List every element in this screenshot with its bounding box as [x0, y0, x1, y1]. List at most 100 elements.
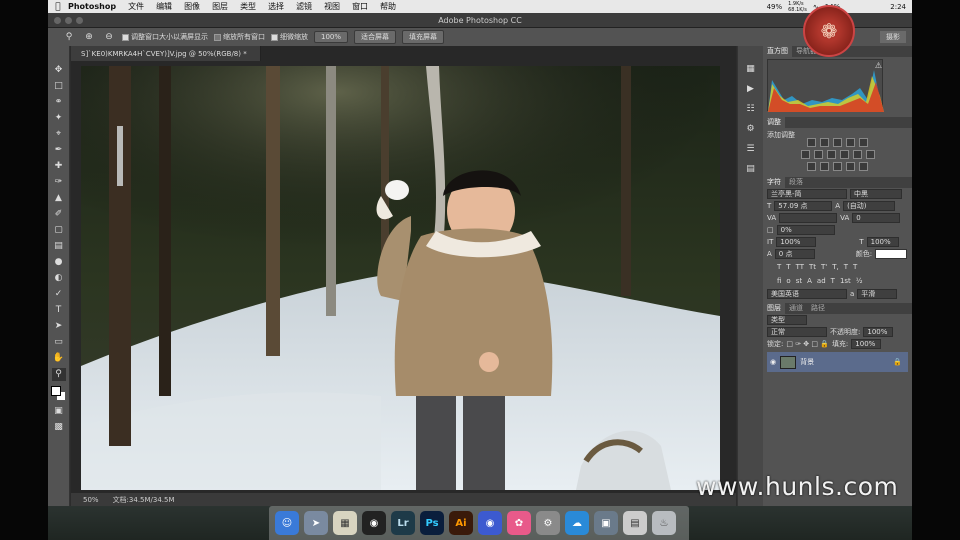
zoom-tool-panel-icon[interactable]: ⚲	[51, 368, 66, 381]
history-icon[interactable]: ▦	[744, 62, 758, 76]
dodge-tool-icon[interactable]: ◐	[52, 272, 66, 285]
subscript-button[interactable]: T,	[832, 263, 839, 271]
menu-window[interactable]: 窗口	[352, 1, 368, 12]
zoom-all-checkbox[interactable]: 缩放所有窗口	[214, 32, 265, 42]
menu-file[interactable]: 文件	[128, 1, 144, 12]
menu-layer[interactable]: 图层	[212, 1, 228, 12]
healing-tool-icon[interactable]: ✚	[52, 160, 66, 173]
antialias-select[interactable]: 平滑	[857, 289, 898, 299]
selective-color-icon[interactable]	[859, 162, 868, 171]
brush-preset-icon[interactable]: ☷	[744, 102, 758, 116]
quick-mask-icon[interactable]: ▣	[52, 405, 66, 418]
trash-icon[interactable]: ♨	[652, 511, 676, 535]
gradient-tool-icon[interactable]: ▤	[52, 240, 66, 253]
curves-icon[interactable]	[833, 138, 842, 147]
cloud-icon[interactable]: ☁	[565, 511, 589, 535]
screenshot-icon[interactable]: ▣	[594, 511, 618, 535]
posterize-icon[interactable]	[820, 162, 829, 171]
eyedropper-tool-icon[interactable]: ✒	[52, 144, 66, 157]
underline-button[interactable]: T	[844, 263, 848, 271]
tab-histogram[interactable]: 直方图	[763, 46, 792, 57]
threshold-icon[interactable]	[833, 162, 842, 171]
leading-field[interactable]: (自动)	[843, 201, 896, 211]
close-button[interactable]	[54, 17, 61, 24]
tab-paths[interactable]: 路径	[807, 303, 829, 314]
info-icon[interactable]: ▤	[744, 162, 758, 176]
menu-filter[interactable]: 滤镜	[296, 1, 312, 12]
qq-icon[interactable]: ◉	[362, 511, 386, 535]
zoom-out-icon[interactable]: ⊖	[102, 32, 116, 42]
ot-ad-button[interactable]: ad	[817, 277, 826, 285]
scrubby-zoom-checkbox[interactable]: 细微缩放	[271, 32, 308, 42]
lock-icons[interactable]: □ ✑ ✥ □ 🔒	[786, 340, 829, 348]
histogram-warning-icon[interactable]: ⚠	[875, 61, 882, 70]
channel-mixer-icon[interactable]	[852, 150, 862, 159]
image-viewer-icon[interactable]: ▤	[623, 511, 647, 535]
fill-screen-button[interactable]: 填充屏幕	[402, 30, 445, 44]
photo-filter-icon[interactable]	[839, 150, 849, 159]
hscale-field[interactable]: 100%	[866, 237, 899, 247]
ot-fi-button[interactable]: fi	[777, 277, 781, 285]
hue-sat-icon[interactable]	[800, 150, 810, 159]
font-family-select[interactable]: 兰亭黑-简	[767, 189, 847, 199]
tsume-field[interactable]: 0%	[776, 225, 835, 235]
actions-icon[interactable]: ▶	[744, 82, 758, 96]
shape-tool-icon[interactable]: ▭	[52, 336, 66, 349]
clock[interactable]: 2:24	[890, 3, 906, 11]
strikethrough-button[interactable]: T	[853, 263, 857, 271]
browser-icon[interactable]: ◉	[478, 511, 502, 535]
levels-icon[interactable]	[820, 138, 829, 147]
photoshop-icon[interactable]: Ps	[420, 511, 444, 535]
vscale-field[interactable]: 100%	[776, 237, 817, 247]
eraser-tool-icon[interactable]: ▢	[52, 224, 66, 237]
zoom-100-button[interactable]: 100%	[314, 31, 349, 43]
layer-kind-select[interactable]: 类型	[767, 315, 807, 325]
apple-icon[interactable]: 	[48, 2, 68, 12]
launchpad-icon[interactable]: ➤	[304, 511, 328, 535]
quick-select-tool-icon[interactable]: ✦	[52, 112, 66, 125]
document-tab[interactable]: S]`KE0)KMRKA4H`CVEY)]V.jpg @ 50%(RGB/8) …	[71, 46, 261, 61]
menu-app-name[interactable]: Photoshop	[68, 2, 116, 11]
blur-tool-icon[interactable]: ●	[52, 256, 66, 269]
font-style-select[interactable]: 中黑	[850, 189, 902, 199]
superscript-button[interactable]: T'	[821, 263, 827, 271]
screen-mode-icon[interactable]: ▩	[52, 421, 66, 434]
font-size-field[interactable]: 57.09 点	[774, 201, 833, 211]
lightroom-icon[interactable]: Lr	[391, 511, 415, 535]
color-lookup-icon[interactable]	[865, 150, 875, 159]
menu-select[interactable]: 选择	[268, 1, 284, 12]
kerning-field[interactable]	[779, 213, 838, 223]
menu-type[interactable]: 类型	[240, 1, 256, 12]
vibrance-icon[interactable]	[859, 138, 868, 147]
illustrator-icon[interactable]: Ai	[449, 511, 473, 535]
history-brush-tool-icon[interactable]: ✐	[52, 208, 66, 221]
tool-preset-icon[interactable]: ⚙	[744, 122, 758, 136]
menu-image[interactable]: 图像	[184, 1, 200, 12]
fill-field[interactable]: 100%	[851, 339, 882, 349]
canvas-photo[interactable]	[81, 66, 720, 490]
menu-edit[interactable]: 编辑	[156, 1, 172, 12]
ot-half-button[interactable]: ½	[856, 277, 863, 285]
faux-italic-button[interactable]: T	[786, 263, 790, 271]
fit-screen-button[interactable]: 适合屏幕	[354, 30, 397, 44]
ot-1st-button[interactable]: 1st	[840, 277, 851, 285]
zoom-in-icon[interactable]: ⊕	[82, 32, 96, 42]
hand-tool-icon[interactable]: ✋	[52, 352, 66, 365]
workspace-switcher[interactable]: 摄影	[880, 31, 906, 43]
minimize-button[interactable]	[65, 17, 72, 24]
tab-paragraph[interactable]: 段落	[785, 177, 807, 188]
gradient-map-icon[interactable]	[846, 162, 855, 171]
system-preferences-icon[interactable]: ⚙	[536, 511, 560, 535]
stamp-tool-icon[interactable]: ▲	[52, 192, 66, 205]
preview-icon[interactable]: ▦	[333, 511, 357, 535]
layer-row-background[interactable]: ◉ 背景 🔒	[767, 352, 908, 372]
status-zoom[interactable]: 50%	[83, 496, 99, 504]
tracking-field[interactable]: 0	[852, 213, 901, 223]
opacity-field[interactable]: 100%	[863, 327, 894, 337]
pen-tool-icon[interactable]: ✓	[52, 288, 66, 301]
finder-icon[interactable]: ☺	[275, 511, 299, 535]
exposure-icon[interactable]	[846, 138, 855, 147]
resize-windows-checkbox[interactable]: 调整窗口大小以满屏显示	[122, 32, 208, 42]
zoom-tool-icon[interactable]: ⚲	[62, 32, 76, 42]
blend-mode-select[interactable]: 正常	[767, 327, 827, 337]
